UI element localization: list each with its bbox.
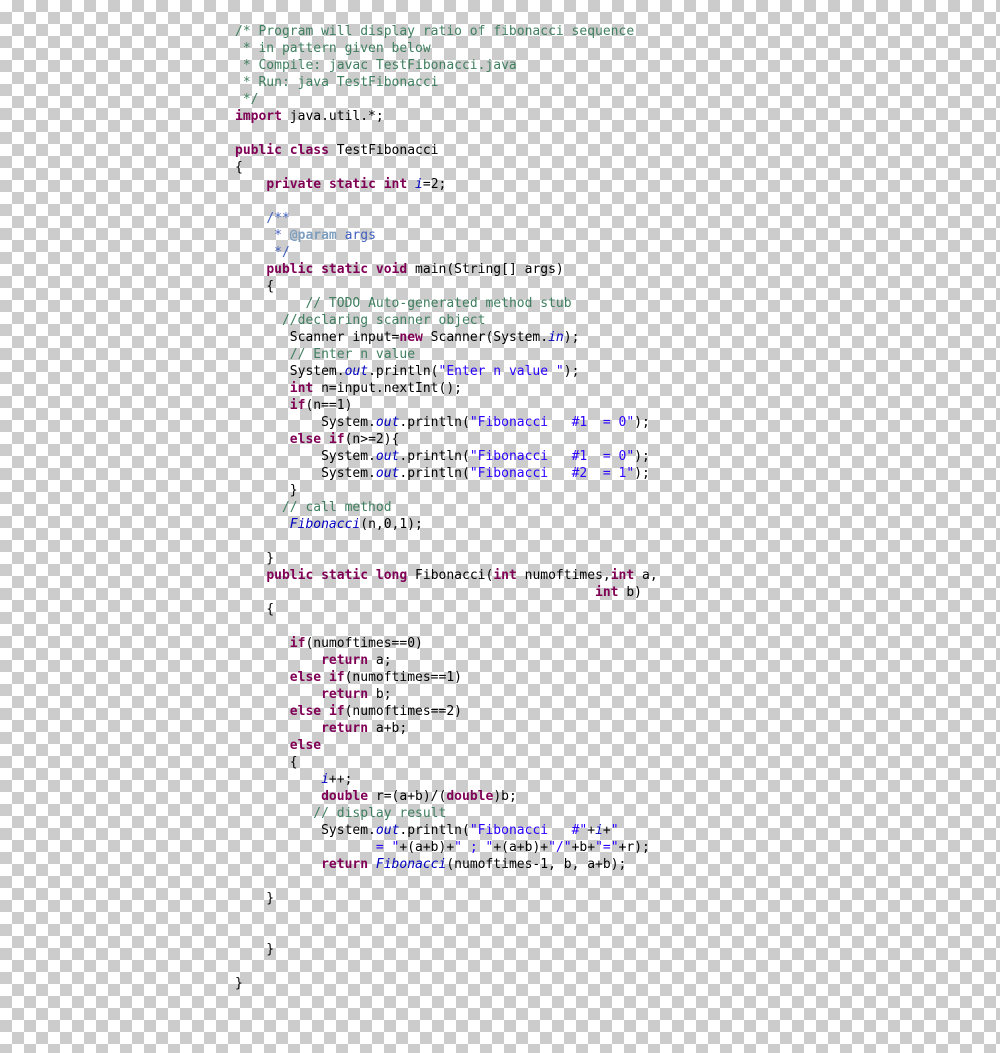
code-token: out xyxy=(376,466,399,481)
code-token: int xyxy=(493,568,516,583)
code-token: long xyxy=(376,568,407,583)
code-token: "Fibonacci #2 = 1" xyxy=(470,466,634,481)
code-token: else xyxy=(290,432,321,447)
code-token: int xyxy=(611,568,634,583)
code-token: int xyxy=(290,381,313,396)
code-token: "Fibonacci #1 = 0" xyxy=(470,415,634,430)
code-token: void xyxy=(376,262,407,277)
code-token: return xyxy=(321,721,368,736)
code-token: class xyxy=(290,143,329,158)
code-token: i xyxy=(595,823,603,838)
code-token: int xyxy=(595,585,618,600)
code-token: "=" xyxy=(595,840,618,855)
code-token: new xyxy=(399,330,422,345)
code-token: else xyxy=(290,670,321,685)
code-token: double xyxy=(321,789,368,804)
code-token: /** * xyxy=(235,211,290,243)
code-token: in xyxy=(548,330,564,345)
code-token: "/" xyxy=(548,840,571,855)
code-token: // TODO Auto-generated method stub xyxy=(305,296,571,311)
code-token: i xyxy=(321,772,329,787)
code-token: i xyxy=(415,177,423,192)
code-token: // call method xyxy=(282,500,392,515)
code-token: public xyxy=(266,262,313,277)
code-token: public xyxy=(266,568,313,583)
code-token: if xyxy=(290,398,306,413)
code-token: @param xyxy=(290,228,337,243)
code-token: "Enter n value " xyxy=(439,364,564,379)
code-token: else xyxy=(290,738,321,753)
code-token: //declaring scanner object xyxy=(282,313,486,328)
code-token: // display result xyxy=(313,806,446,821)
code-token: import xyxy=(235,109,282,124)
code-token: static xyxy=(321,568,368,583)
code-token: " ; " xyxy=(454,840,493,855)
code-token: out xyxy=(376,415,399,430)
code-token: // Enter n value xyxy=(290,347,415,362)
code-token: /* Program will display ratio of fibonac… xyxy=(235,24,634,107)
code-token: static xyxy=(321,262,368,277)
code-token: static xyxy=(329,177,376,192)
code-token: return xyxy=(321,857,368,872)
code-token: out xyxy=(376,823,399,838)
code-token: out xyxy=(345,364,368,379)
code-token: int xyxy=(384,177,407,192)
code-token: else xyxy=(290,704,321,719)
code-token: "Fibonacci #" xyxy=(470,823,587,838)
java-source-code: /* Program will display ratio of fibonac… xyxy=(235,23,658,992)
code-token: if xyxy=(290,636,306,651)
code-token: public xyxy=(235,143,282,158)
code-token: out xyxy=(376,449,399,464)
code-token: if xyxy=(329,704,345,719)
code-token: double xyxy=(446,789,493,804)
code-token: private xyxy=(266,177,321,192)
code-token: "Fibonacci #1 = 0" xyxy=(470,449,634,464)
code-token: Fibonacci xyxy=(290,517,360,532)
code-token: Fibonacci xyxy=(376,857,446,872)
code-token: return xyxy=(321,687,368,702)
code-token: if xyxy=(329,432,345,447)
code-token: if xyxy=(329,670,345,685)
code-token: return xyxy=(321,653,368,668)
